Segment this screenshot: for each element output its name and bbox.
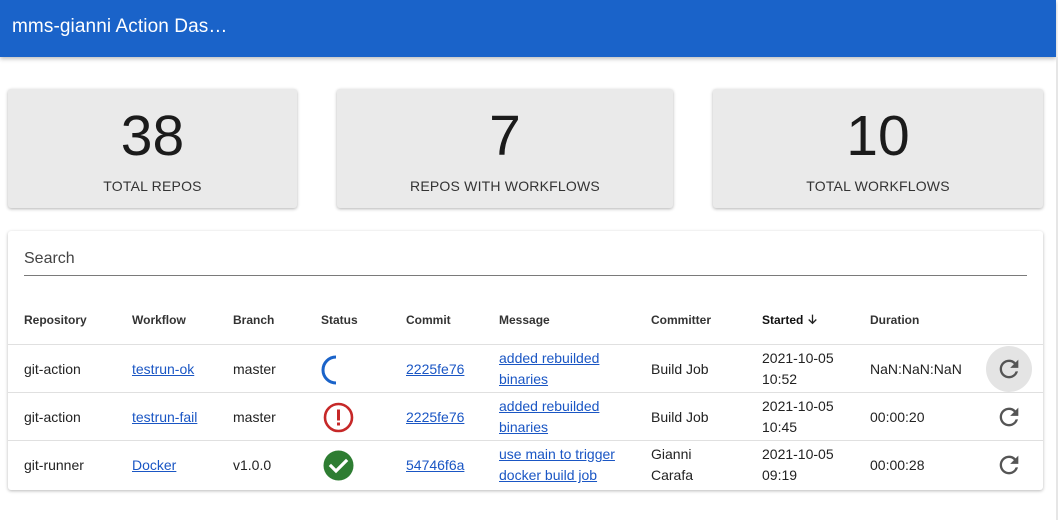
header-branch[interactable]: Branch bbox=[233, 313, 274, 327]
message-line: added rebuilded bbox=[499, 350, 600, 366]
app-bar: mms-gianni Action Das… bbox=[0, 0, 1056, 57]
stat-card-total-workflows: 10 TOTAL WORKFLOWS bbox=[713, 89, 1043, 208]
stat-label: TOTAL WORKFLOWS bbox=[806, 178, 950, 194]
started-cell: 2021-10-05 10:52 bbox=[762, 348, 834, 390]
committer-cell: Gianni Carafa bbox=[651, 444, 693, 486]
message-link[interactable]: added rebuilded binaries bbox=[499, 398, 599, 435]
branch-cell: master bbox=[233, 361, 276, 377]
commit-link[interactable]: 54746f6a bbox=[406, 457, 464, 473]
committer-line: Carafa bbox=[651, 467, 694, 483]
message-line: use main to trigger bbox=[499, 446, 615, 462]
spinner-icon bbox=[321, 355, 337, 385]
table-row: git-action testrun-fail master 2225fe76 … bbox=[8, 392, 1043, 440]
branch-cell: master bbox=[233, 409, 276, 425]
message-line: added rebuilded bbox=[499, 398, 600, 414]
header-message[interactable]: Message bbox=[499, 313, 550, 327]
committer-cell: Build Job bbox=[651, 361, 709, 377]
stat-value: 7 bbox=[489, 104, 521, 168]
duration-cell: NaN:NaN:NaN bbox=[870, 361, 962, 377]
table-row: git-action testrun-ok master 2225fe76 ad… bbox=[8, 344, 1043, 392]
header-started-label: Started bbox=[762, 313, 804, 327]
stat-value: 38 bbox=[120, 104, 185, 168]
started-time: 09:19 bbox=[762, 467, 798, 483]
search-field[interactable] bbox=[24, 249, 1027, 276]
stat-value: 10 bbox=[846, 104, 910, 168]
started-cell: 2021-10-05 10:45 bbox=[762, 396, 834, 438]
stat-card-total-repos: 38 TOTAL REPOS bbox=[8, 89, 297, 208]
committer-line: Gianni bbox=[651, 446, 692, 462]
started-date: 2021-10-05 bbox=[762, 398, 834, 414]
workflow-link[interactable]: Docker bbox=[132, 457, 176, 473]
message-link[interactable]: added rebuilded binaries bbox=[499, 350, 599, 387]
rerun-button[interactable] bbox=[986, 346, 1032, 392]
refresh-icon bbox=[999, 359, 1019, 379]
commit-link[interactable]: 2225fe76 bbox=[406, 409, 464, 425]
message-line: binaries bbox=[499, 371, 549, 387]
committer-cell: Build Job bbox=[651, 409, 709, 425]
started-cell: 2021-10-05 09:19 bbox=[762, 444, 834, 486]
header-committer[interactable]: Committer bbox=[651, 313, 711, 327]
header-duration[interactable]: Duration bbox=[870, 313, 919, 327]
repository-cell: git-action bbox=[24, 409, 81, 425]
stat-label: TOTAL REPOS bbox=[103, 178, 202, 194]
arrow-down-icon[interactable] bbox=[806, 313, 819, 326]
workflow-link[interactable]: testrun-ok bbox=[132, 361, 194, 377]
repository-cell: git-action bbox=[24, 361, 81, 377]
started-date: 2021-10-05 bbox=[762, 350, 834, 366]
message-line: docker build job bbox=[499, 467, 598, 483]
header-started[interactable]: Started bbox=[762, 313, 819, 327]
duration-cell: 00:00:20 bbox=[870, 409, 925, 425]
rerun-button[interactable] bbox=[986, 394, 1032, 440]
commit-link[interactable]: 2225fe76 bbox=[406, 361, 464, 377]
header-status[interactable]: Status bbox=[321, 313, 358, 327]
search-input[interactable] bbox=[24, 249, 1027, 268]
app-title: mms-gianni Action Das… bbox=[12, 16, 228, 37]
started-time: 10:52 bbox=[762, 371, 798, 387]
duration-cell: 00:00:28 bbox=[870, 457, 925, 473]
stat-label: REPOS WITH WORKFLOWS bbox=[410, 178, 600, 194]
header-repository[interactable]: Repository bbox=[24, 313, 87, 327]
workflow-table-panel: Repository Workflow Branch Status Commit… bbox=[8, 231, 1043, 490]
started-date: 2021-10-05 bbox=[762, 446, 834, 462]
check-circle-icon bbox=[323, 450, 354, 481]
table-row: git-runner Docker v1.0.0 54746f6a use ma… bbox=[8, 440, 1043, 488]
error-icon bbox=[323, 402, 354, 433]
rerun-button[interactable] bbox=[986, 442, 1032, 488]
header-commit[interactable]: Commit bbox=[406, 313, 451, 327]
refresh-icon bbox=[999, 455, 1019, 475]
message-line: binaries bbox=[499, 419, 549, 435]
refresh-icon bbox=[999, 407, 1019, 427]
repository-cell: git-runner bbox=[24, 457, 84, 473]
header-workflow[interactable]: Workflow bbox=[132, 313, 186, 327]
message-link[interactable]: use main to trigger docker build job bbox=[499, 446, 615, 483]
stat-card-repos-with-workflows: 7 REPOS WITH WORKFLOWS bbox=[337, 89, 673, 208]
started-time: 10:45 bbox=[762, 419, 798, 435]
workflow-link[interactable]: testrun-fail bbox=[132, 409, 197, 425]
branch-cell: v1.0.0 bbox=[233, 457, 272, 473]
